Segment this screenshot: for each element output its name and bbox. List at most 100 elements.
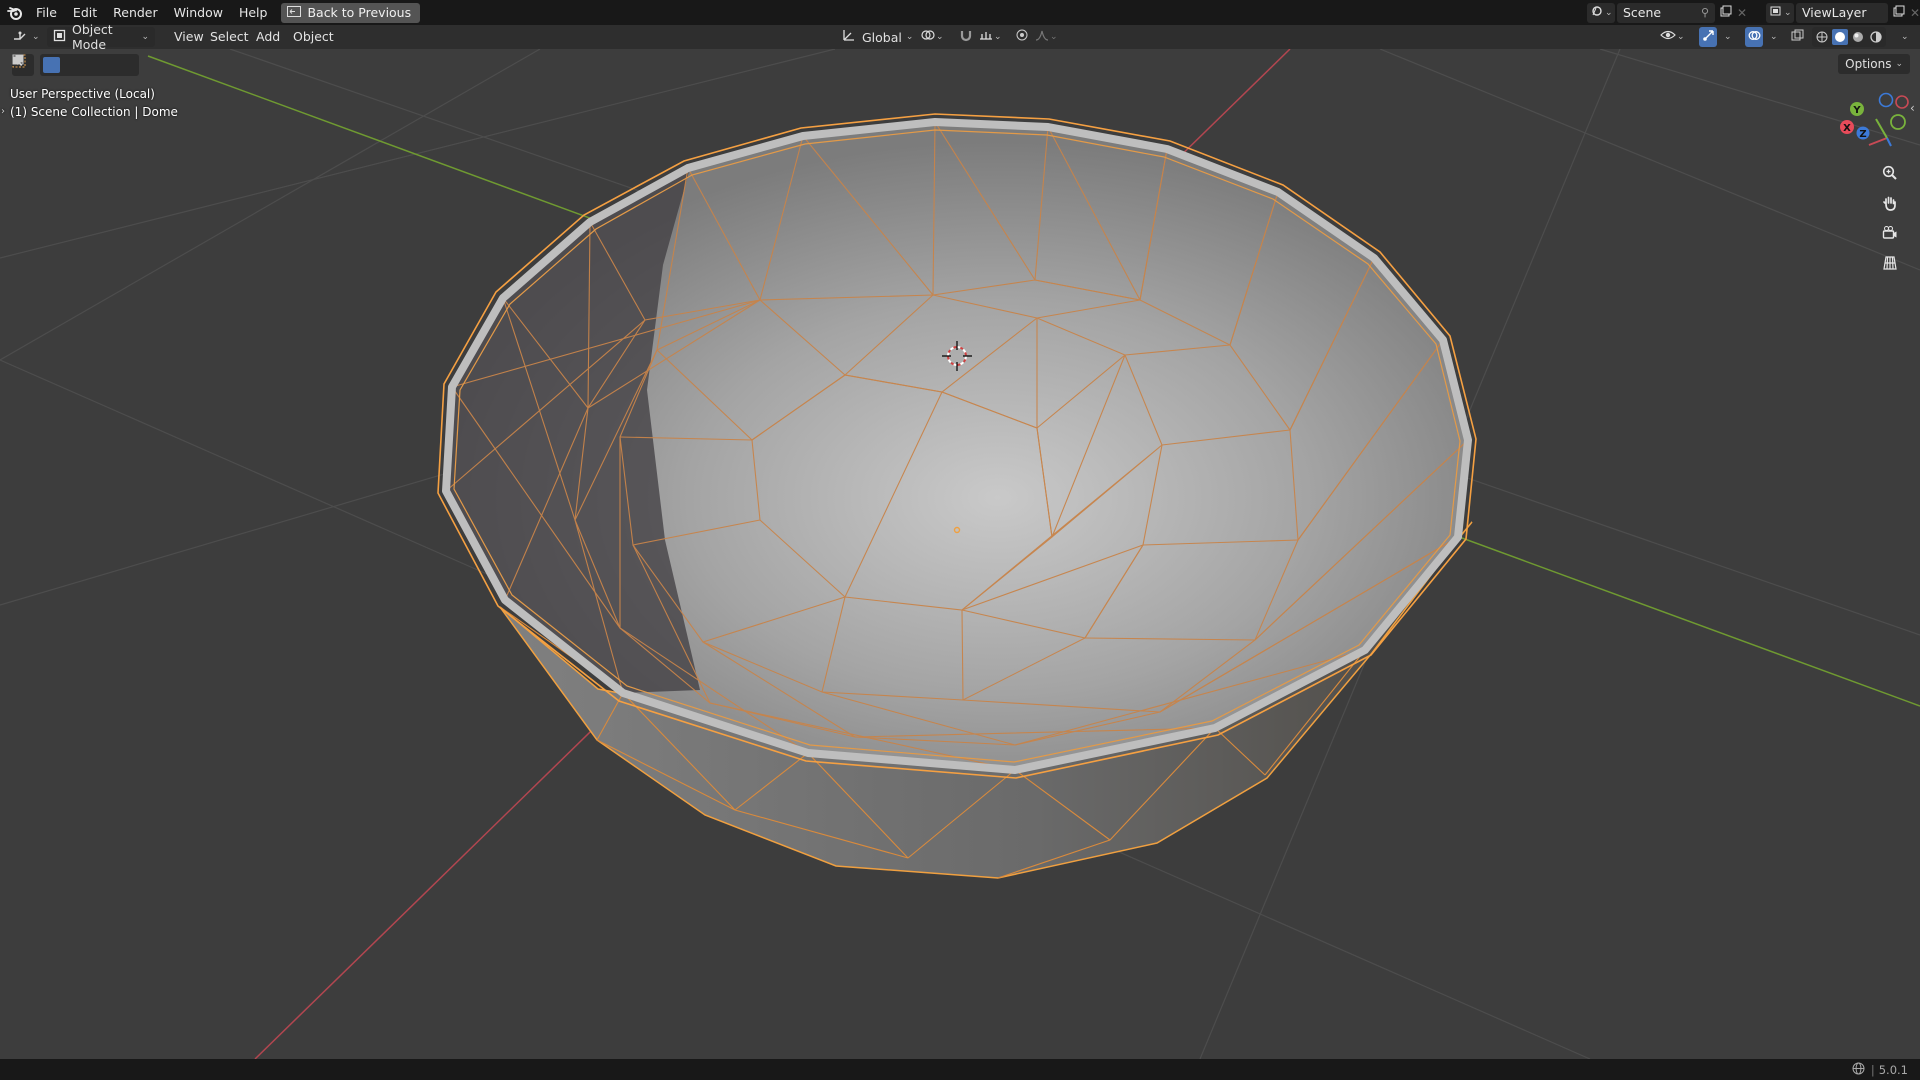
scene-name-field[interactable]: Scene ⚲: [1617, 2, 1715, 23]
gizmo-icon: [1702, 29, 1715, 46]
3d-viewport[interactable]: User Perspective (Local) › (1) Scene Col…: [0, 49, 1920, 1059]
viewport-info-overlay: User Perspective (Local) › (1) Scene Col…: [1, 85, 178, 121]
navigation-gizmo[interactable]: Y X Z: [1830, 89, 1920, 169]
gizmo-options-chevron-icon[interactable]: ⌄: [1724, 27, 1734, 47]
menu-select[interactable]: Select: [205, 27, 254, 47]
chevron-down-icon: ⌄: [1050, 32, 1058, 42]
magnet-icon: [959, 28, 973, 46]
show-gizmo-toggle[interactable]: [1699, 27, 1717, 47]
viewport-tool-row: [12, 54, 139, 76]
transform-orientation-dropdown[interactable]: Global ⌄: [838, 27, 914, 47]
material-preview-shading-icon[interactable]: [1850, 29, 1866, 45]
screen-back-icon: [287, 5, 302, 20]
collection-label: (1) Scene Collection | Dome: [10, 105, 178, 119]
editor-type-dropdown[interactable]: ⌄: [10, 27, 40, 47]
menu-window[interactable]: Window: [166, 0, 231, 25]
pan-button[interactable]: [1882, 195, 1910, 223]
back-to-previous-button[interactable]: Back to Previous: [281, 2, 421, 23]
status-bar: | 5.0.1: [0, 1059, 1920, 1080]
wireframe-shading-icon[interactable]: [1814, 29, 1830, 45]
options-dropdown[interactable]: Options ⌄: [1838, 54, 1910, 74]
select-intersect-icon[interactable]: [12, 54, 136, 73]
rendered-shading-icon[interactable]: [1868, 29, 1884, 45]
options-label: Options: [1845, 57, 1892, 71]
select-invert-icon[interactable]: [12, 54, 117, 73]
delete-view-layer-icon[interactable]: ✕: [1910, 6, 1920, 20]
scene-name: Scene: [1623, 5, 1662, 20]
falloff-curve-icon: [1035, 29, 1049, 45]
show-overlays-toggle[interactable]: [1745, 27, 1763, 47]
mode-dropdown[interactable]: Object Mode ⌄: [47, 22, 155, 52]
y-axis-label: Y: [1852, 105, 1861, 116]
chevron-down-icon: ⌄: [1605, 7, 1613, 18]
orientation-global-icon: [842, 28, 856, 46]
chevron-down-icon: ⌄: [1895, 59, 1903, 69]
selection-mode-group: [12, 54, 139, 76]
scene-selector[interactable]: ⌄ Scene ⚲ ✕: [1587, 2, 1749, 23]
view-layer-type-dropdown[interactable]: ⌄: [1766, 2, 1794, 23]
viewport-canvas[interactable]: [0, 49, 1920, 1059]
menu-file[interactable]: File: [28, 0, 65, 25]
new-view-layer-button[interactable]: [1888, 3, 1910, 23]
chevron-down-icon: ⌄: [994, 32, 1002, 42]
copy-icon: [1720, 5, 1732, 21]
new-scene-button[interactable]: [1715, 3, 1737, 23]
zoom-button[interactable]: [1882, 165, 1910, 193]
xray-icon: [1791, 29, 1804, 46]
menu-object[interactable]: Object: [288, 27, 339, 47]
shading-mode-group: [1812, 27, 1886, 47]
network-globe-icon[interactable]: [1852, 1062, 1865, 1078]
proportional-falloff-dropdown[interactable]: ⌄: [1033, 27, 1063, 47]
mode-label: Object Mode: [72, 22, 113, 52]
xray-toggle[interactable]: [1788, 27, 1806, 47]
snap-target-dropdown[interactable]: ⌄: [977, 27, 1007, 47]
select-subtract-icon[interactable]: [12, 55, 98, 73]
menu-add[interactable]: Add: [251, 27, 285, 47]
perspective-label: User Perspective (Local): [10, 87, 155, 101]
menu-view[interactable]: View: [169, 27, 209, 47]
view-layer-name-field[interactable]: ViewLayer: [1796, 2, 1888, 23]
chevron-down-icon: ⌄: [1784, 7, 1792, 18]
render-layers-icon: [1770, 5, 1782, 20]
pin-icon[interactable]: ⚲: [1701, 6, 1709, 19]
sidebar-toggle-chevron-icon[interactable]: ‹: [1910, 101, 1915, 115]
toggle-perspective-button[interactable]: [1882, 255, 1910, 283]
pivot-point-dropdown[interactable]: ⌄: [920, 27, 948, 47]
copy-icon: [1893, 5, 1905, 21]
solid-shading-icon[interactable]: [1832, 29, 1848, 45]
chevron-down-icon: ⌄: [32, 32, 40, 42]
menu-help[interactable]: Help: [231, 0, 276, 25]
object-mode-icon: [53, 29, 66, 46]
blender-version: 5.0.1: [1878, 1062, 1908, 1077]
chevron-right-icon[interactable]: ›: [1, 103, 5, 121]
shading-options-chevron-icon[interactable]: ⌄: [1901, 27, 1911, 47]
select-new-icon[interactable]: [12, 54, 60, 73]
delete-scene-icon[interactable]: ✕: [1737, 6, 1749, 20]
status-separator: |: [1870, 1062, 1875, 1077]
collection-info: › (1) Scene Collection | Dome: [1, 103, 178, 121]
neg-y-axis-handle: [1890, 114, 1906, 130]
select-extend-icon[interactable]: [13, 54, 79, 73]
snap-increment-icon: [979, 28, 993, 46]
view3d-icon: [12, 28, 28, 46]
neg-x-axis-handle: [1895, 95, 1909, 109]
overlay-options-chevron-icon[interactable]: ⌄: [1770, 27, 1780, 47]
pivot-icon: [920, 28, 936, 46]
top-bar: File Edit Render Window Help Back to Pre…: [0, 0, 1920, 25]
scene-type-dropdown[interactable]: ⌄: [1587, 2, 1615, 23]
z-axis-label: Z: [1859, 129, 1866, 140]
view-layer-selector[interactable]: ⌄ ViewLayer ✕: [1766, 2, 1920, 23]
proportional-editing-toggle[interactable]: [1013, 27, 1031, 47]
back-to-previous-label: Back to Previous: [307, 5, 412, 20]
object-visibility-dropdown[interactable]: ⌄: [1660, 27, 1688, 47]
camera-view-button[interactable]: [1882, 225, 1910, 253]
chevron-down-icon: ⌄: [905, 32, 914, 42]
view-layer-name: ViewLayer: [1802, 5, 1867, 20]
proportional-icon: [1016, 29, 1028, 45]
overlays-icon: [1748, 29, 1761, 46]
scene-icon: [1591, 5, 1603, 20]
orientation-label: Global: [862, 29, 902, 45]
blender-logo-icon[interactable]: [2, 0, 28, 25]
snap-toggle[interactable]: [955, 27, 977, 47]
chevron-down-icon: ⌄: [1677, 32, 1685, 42]
